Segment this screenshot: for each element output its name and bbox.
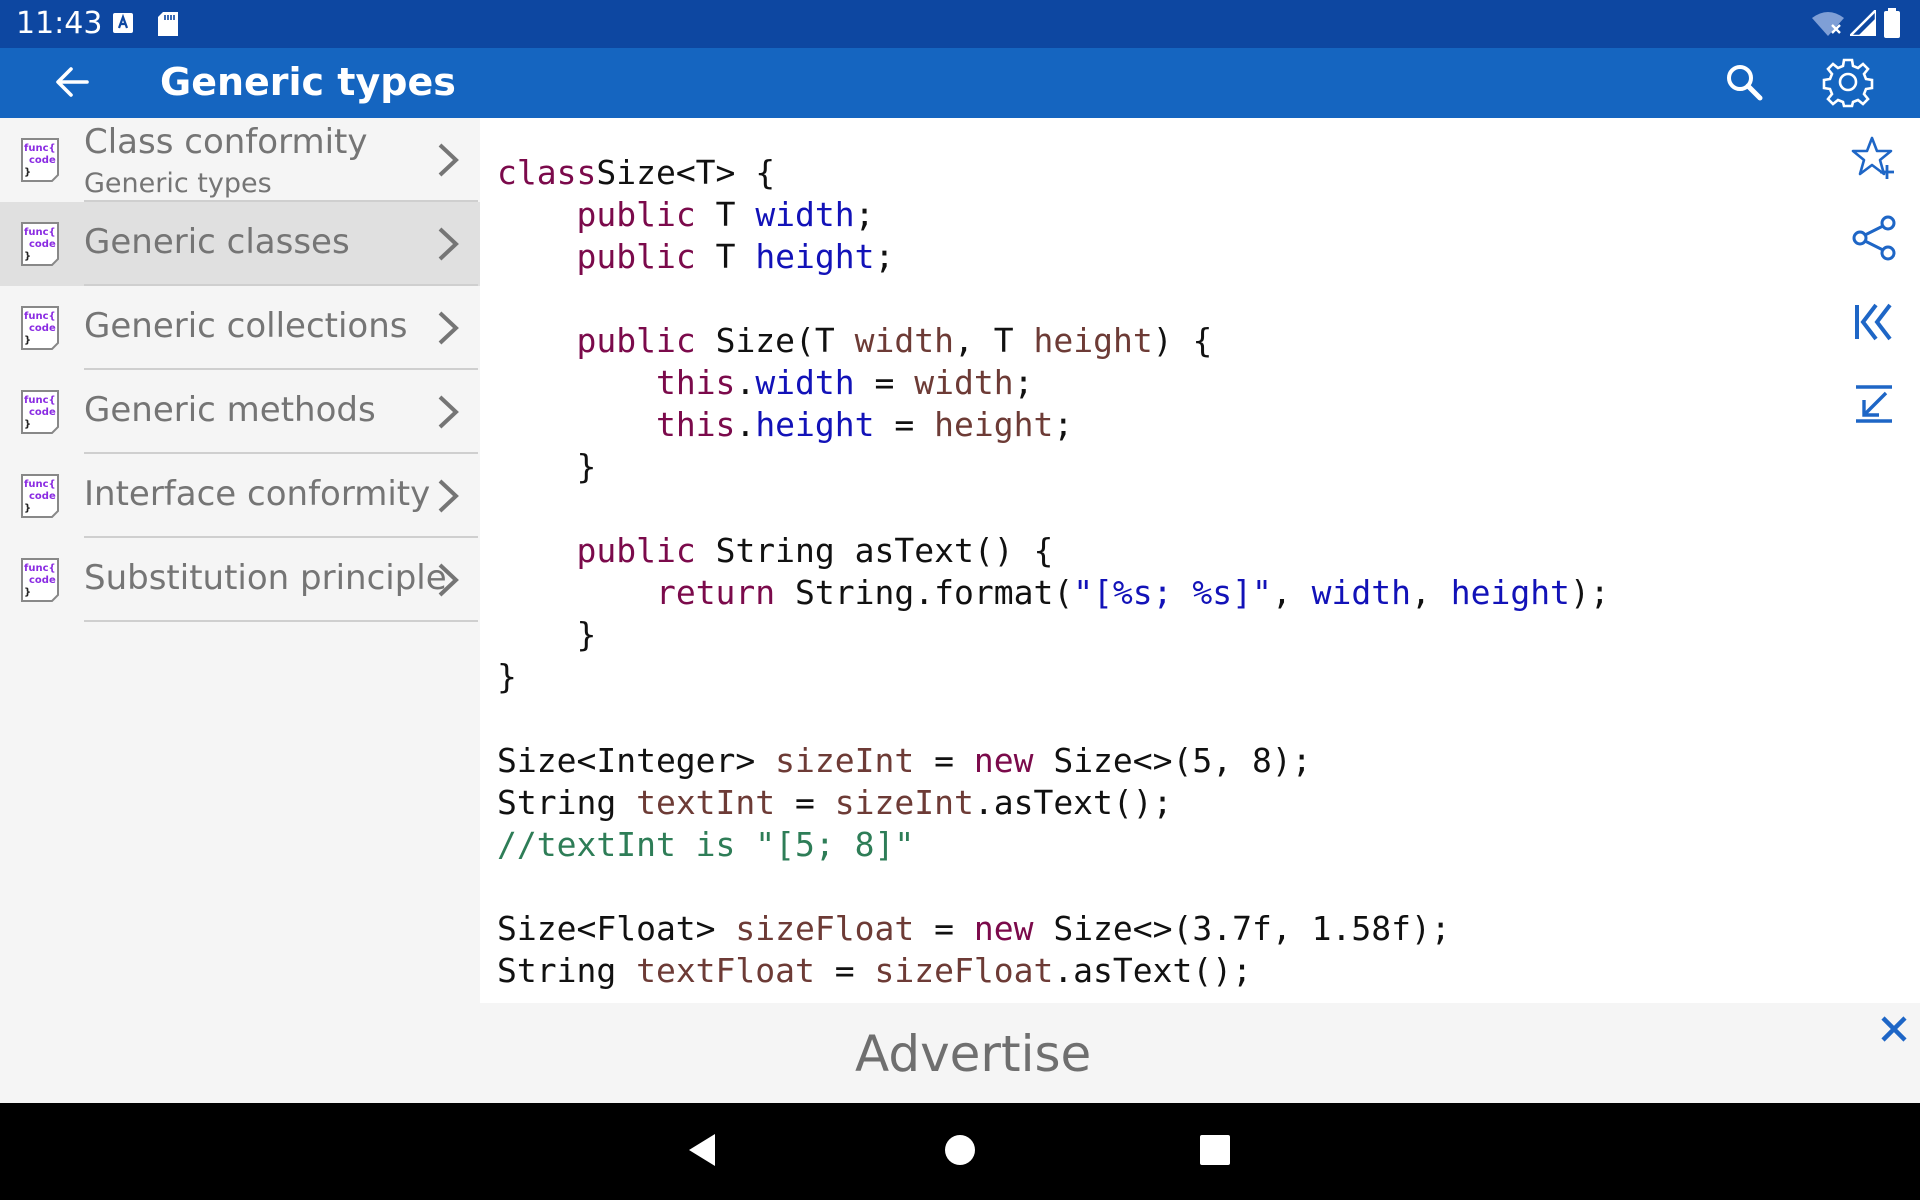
chevron-right-icon xyxy=(432,226,464,262)
svg-text:code: code xyxy=(29,491,56,502)
list-item-label: Class conformity xyxy=(84,122,368,162)
svg-text:}: } xyxy=(24,419,31,430)
scroll-down-button[interactable] xyxy=(1842,374,1906,438)
list-item-label: Substitution principle xyxy=(84,558,447,598)
code-line: public String asText() { xyxy=(576,531,1054,570)
system-nav-bar xyxy=(0,1103,1920,1200)
code-line: } xyxy=(497,657,517,696)
list-item-substitution-principle[interactable]: func{code} Substitution principle xyxy=(0,538,480,622)
code-viewer[interactable]: classSize<T> { public T width; public T … xyxy=(480,118,1830,1003)
topic-list: func{code} Class conformity Generic type… xyxy=(0,118,480,1003)
svg-text:code: code xyxy=(29,407,56,418)
chevron-right-icon xyxy=(432,394,464,430)
status-bar: 11:43 xyxy=(0,0,1920,48)
list-item-label: Interface conformity xyxy=(84,474,431,514)
code-line: String textInt = sizeInt.asText(); xyxy=(497,783,1173,822)
code-file-icon: func{code} xyxy=(20,221,60,267)
signal-icon xyxy=(1846,6,1878,40)
code-line: classSize<T> { xyxy=(497,153,776,192)
settings-button[interactable] xyxy=(1820,56,1876,112)
list-item-generic-methods[interactable]: func{code} Generic methods xyxy=(0,370,480,454)
svg-text:}: } xyxy=(24,587,31,598)
svg-text:}: } xyxy=(24,503,31,514)
list-item-sublabel: Generic types xyxy=(84,168,272,199)
wifi-off-icon xyxy=(1812,10,1844,40)
right-toolbar xyxy=(1830,118,1920,1003)
nav-back-button[interactable] xyxy=(678,1127,728,1177)
code-file-icon: func{code} xyxy=(20,305,60,351)
code-line: return String.format("[%s; %s]", width, … xyxy=(655,573,1610,612)
code-line: public T height; xyxy=(576,237,895,276)
close-icon xyxy=(1881,1016,1907,1042)
code-line: this.width = width; xyxy=(655,363,1034,402)
back-triangle-icon xyxy=(685,1132,721,1172)
status-time: 11:43 xyxy=(16,6,103,41)
chevron-right-icon xyxy=(432,142,464,178)
code-line: public T width; xyxy=(576,195,875,234)
svg-text:func{: func{ xyxy=(24,311,56,322)
list-item-label: Generic classes xyxy=(84,222,350,262)
search-button[interactable] xyxy=(1716,56,1772,112)
code-block: classSize<T> { public T width; public T … xyxy=(497,152,1610,992)
list-item-generic-collections[interactable]: func{code} Generic collections xyxy=(0,286,480,370)
svg-text:code: code xyxy=(29,323,56,334)
code-line: } xyxy=(497,615,597,654)
back-arrow-icon xyxy=(52,62,92,106)
app-bar: Generic types xyxy=(0,48,1920,118)
home-circle-icon xyxy=(943,1133,977,1171)
chevron-right-icon xyxy=(432,310,464,346)
svg-text:}: } xyxy=(24,167,31,178)
divider xyxy=(84,620,478,622)
chevron-right-icon xyxy=(432,478,464,514)
list-item-label: Generic methods xyxy=(84,390,376,430)
code-file-icon: func{code} xyxy=(20,137,60,183)
recents-square-icon xyxy=(1199,1134,1231,1170)
code-line: Size<Float> sizeFloat = new Size<>(3.7f,… xyxy=(497,909,1451,948)
add-favorite-button[interactable] xyxy=(1842,128,1906,192)
list-item-class-conformity[interactable]: func{code} Class conformity Generic type… xyxy=(0,118,480,202)
battery-icon xyxy=(1884,8,1900,42)
code-line: public Size(T width, T height) { xyxy=(576,321,1213,360)
share-icon xyxy=(1850,214,1898,266)
share-button[interactable] xyxy=(1842,208,1906,272)
code-line: } xyxy=(497,447,597,486)
gear-icon xyxy=(1822,56,1874,112)
first-page-icon xyxy=(1852,302,1896,346)
code-file-icon: func{code} xyxy=(20,473,60,519)
svg-text:code: code xyxy=(29,239,56,250)
svg-text:func{: func{ xyxy=(24,143,56,154)
svg-text:func{: func{ xyxy=(24,563,56,574)
close-ad-button[interactable] xyxy=(1878,1013,1918,1053)
svg-text:func{: func{ xyxy=(24,227,56,238)
list-item-interface-conformity[interactable]: func{code} Interface conformity xyxy=(0,454,480,538)
code-file-icon: func{code} xyxy=(20,389,60,435)
ad-banner[interactable]: Advertise xyxy=(0,1003,1920,1103)
list-item-label: Generic collections xyxy=(84,306,408,346)
svg-text:code: code xyxy=(29,155,56,166)
code-file-icon: func{code} xyxy=(20,557,60,603)
keyboard-notification-icon xyxy=(112,12,134,38)
code-line: Size<Integer> sizeInt = new Size<>(5, 8)… xyxy=(497,741,1312,780)
back-button[interactable] xyxy=(44,56,100,112)
svg-text:func{: func{ xyxy=(24,479,56,490)
nav-recents-button[interactable] xyxy=(1190,1127,1240,1177)
code-line: this.height = height; xyxy=(655,405,1074,444)
svg-text:}: } xyxy=(24,251,31,262)
svg-text:code: code xyxy=(29,575,56,586)
star-add-icon xyxy=(1851,135,1897,185)
chevron-right-icon xyxy=(432,562,464,598)
svg-text:func{: func{ xyxy=(24,395,56,406)
sd-card-icon xyxy=(158,12,178,40)
download-arrow-icon xyxy=(1852,382,1896,430)
code-line: String textFloat = sizeFloat.asText(); xyxy=(497,951,1252,990)
svg-text:}: } xyxy=(24,335,31,346)
search-icon xyxy=(1723,61,1765,107)
code-line: //textInt is "[5; 8]" xyxy=(497,825,915,864)
nav-home-button[interactable] xyxy=(935,1127,985,1177)
ad-text: Advertise xyxy=(855,1025,1092,1083)
first-page-button[interactable] xyxy=(1842,292,1906,356)
page-title: Generic types xyxy=(160,60,456,104)
list-item-generic-classes[interactable]: func{code} Generic classes xyxy=(0,202,480,286)
